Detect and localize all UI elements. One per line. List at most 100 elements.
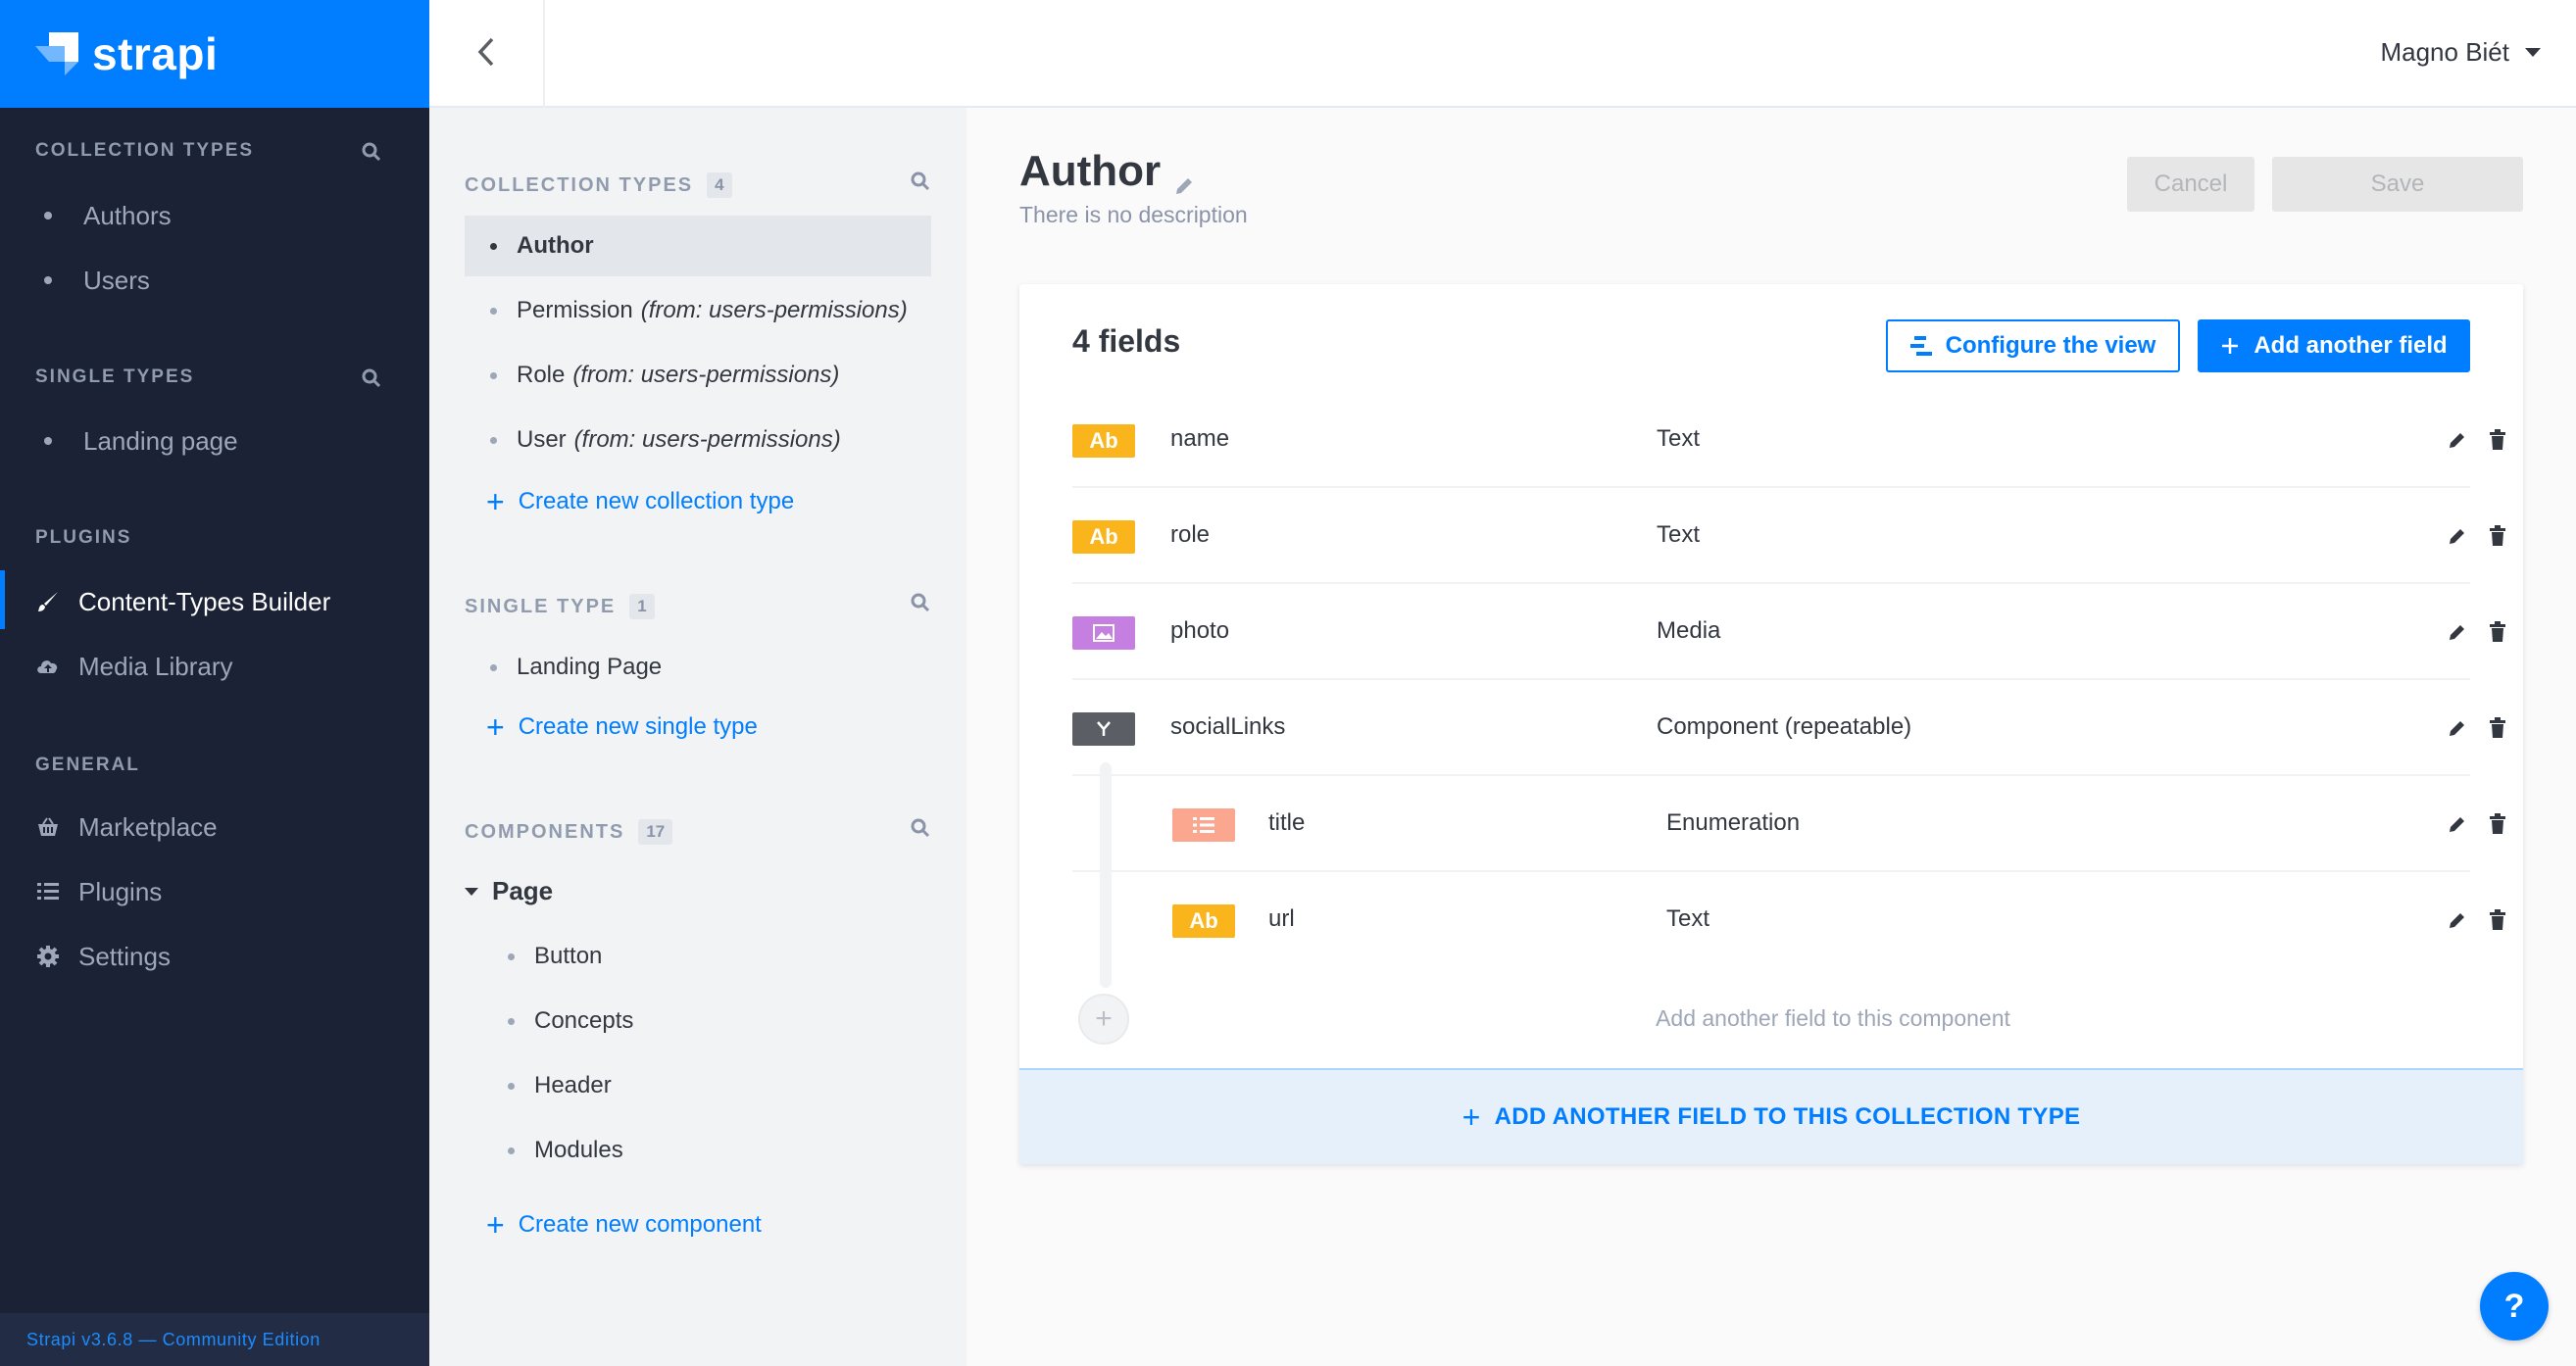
component-item-button[interactable]: Button [508,943,602,970]
button-label: Add another field [2254,332,2448,359]
component-label: Header [534,1072,612,1098]
pencil-icon[interactable] [2447,621,2468,643]
component-field-row-url[interactable]: Ab url Text [1072,872,2505,968]
add-another-field-button[interactable]: Add another field [2198,319,2470,372]
nav-item-users[interactable]: Users [35,261,150,300]
nav-item-plugins[interactable]: Plugins [35,872,162,911]
nav-section-collection-types: Collection Types [35,140,255,161]
create-single-type-link[interactable]: + Create new single type [486,711,758,743]
section-title: SINGLE TYPE [465,595,617,617]
field-name: name [1170,425,1230,452]
nav-item-landing-page[interactable]: Landing page [35,421,238,461]
nav-section-single-types: Single Types [35,366,195,387]
create-component-link[interactable]: + Create new component [486,1209,762,1241]
add-component-field-link[interactable]: Add another field to this component [1019,1005,2576,1032]
count-badge: 4 [707,172,732,198]
search-icon[interactable] [361,367,382,389]
user-menu[interactable]: Magno Biét [2380,37,2541,68]
subnav-item-user[interactable]: User (from: users-permissions) [465,410,931,470]
trash-icon[interactable] [2488,717,2507,739]
subnav-item-landing-page[interactable]: Landing Page [465,637,931,698]
component-item-header[interactable]: Header [508,1072,612,1099]
search-icon[interactable] [361,141,382,163]
subnav-section-components: COMPONENTS 17 [465,819,673,845]
bullet-icon [490,307,497,315]
field-row-name[interactable]: Ab name Text [1072,392,2505,488]
pencil-icon[interactable] [2447,813,2468,835]
enumeration-field-icon [1172,808,1235,842]
field-name: role [1170,521,1211,548]
trash-icon[interactable] [2488,621,2507,643]
list-icon [35,879,61,904]
field-row-sociallinks[interactable]: socialLinks Component (repeatable) [1072,680,2505,776]
save-button[interactable]: Save [2272,157,2523,212]
text-field-icon: Ab [1072,520,1135,554]
pencil-icon[interactable] [1172,160,1196,194]
subnav-section-collection-types: COLLECTION TYPES 4 [465,172,732,198]
component-field-row-title[interactable]: title Enumeration [1072,776,2505,872]
pencil-icon[interactable] [2447,525,2468,547]
pencil-icon[interactable] [2447,717,2468,739]
search-icon[interactable] [910,817,931,839]
trash-icon[interactable] [2488,909,2507,931]
pencil-icon[interactable] [2447,909,2468,931]
subnav-item-permission[interactable]: Permission (from: users-permissions) [465,280,931,341]
page-title-text: Author [1019,147,1162,195]
section-title: COLLECTION TYPES [465,173,694,196]
component-label: Modules [534,1137,623,1163]
field-type: Text [1666,905,1710,932]
subnav-item-author[interactable]: Author [465,216,931,276]
back-button[interactable] [429,0,545,108]
link-label: Create new component [518,1211,762,1238]
subnav-item-role[interactable]: Role (from: users-permissions) [465,345,931,406]
button-label: ADD ANOTHER FIELD TO THIS COLLECTION TYP… [1494,1103,2081,1130]
bullet-icon [490,663,497,671]
gear-icon [35,944,61,969]
configure-view-button[interactable]: Configure the view [1886,319,2180,372]
pencil-icon[interactable] [2447,429,2468,451]
component-label: Concepts [534,1007,634,1034]
cancel-button[interactable]: Cancel [2127,157,2254,212]
version-footer: Strapi v3.6.8 — Community Edition [0,1313,429,1366]
component-tree-line [1100,762,1112,988]
trash-icon[interactable] [2488,525,2507,547]
bullet-icon [508,1082,515,1090]
add-collection-field-button[interactable]: + ADD ANOTHER FIELD TO THIS COLLECTION T… [1019,1068,2523,1164]
subnav-item-source: (from: users-permissions) [640,297,908,323]
nav-item-label: Settings [78,941,171,971]
field-row-photo[interactable]: photo Media [1072,584,2505,680]
field-name: photo [1170,617,1230,644]
nav-item-content-types-builder[interactable]: Content-Types Builder [35,582,330,621]
component-item-modules[interactable]: Modules [508,1137,623,1164]
create-collection-type-link[interactable]: + Create new collection type [486,486,794,517]
trash-icon[interactable] [2488,813,2507,835]
nav-item-label: Media Library [78,651,233,681]
field-type: Media [1657,617,1721,644]
nav-item-label: Plugins [78,876,163,906]
search-icon[interactable] [910,592,931,613]
nav-item-settings[interactable]: Settings [35,937,171,976]
subnav-item-label: Permission [517,297,633,323]
link-label: Create new collection type [518,488,795,514]
brand-header[interactable]: strapi [0,0,429,108]
subnav-item-label: Author [517,232,594,259]
help-button[interactable]: ? [2480,1272,2549,1341]
nav-item-authors[interactable]: Authors [35,196,172,235]
chevron-left-icon [476,36,496,73]
nav-item-media-library[interactable]: Media Library [35,647,233,686]
field-row-role[interactable]: Ab role Text [1072,488,2505,584]
component-label: Button [534,943,603,969]
search-icon[interactable] [910,171,931,192]
cloud-upload-icon [35,654,61,679]
component-field-icon [1072,712,1135,746]
component-item-concepts[interactable]: Concepts [508,1007,633,1035]
component-group-page[interactable]: Page [465,876,553,906]
trash-icon[interactable] [2488,429,2507,451]
field-name: socialLinks [1170,713,1286,740]
nav-item-label: Landing page [83,425,238,456]
nav-item-marketplace[interactable]: Marketplace [35,807,218,847]
nav-item-label: Authors [83,200,172,230]
group-label: Page [492,876,554,905]
bullet-icon [44,437,52,445]
caret-down-icon [2525,48,2541,57]
